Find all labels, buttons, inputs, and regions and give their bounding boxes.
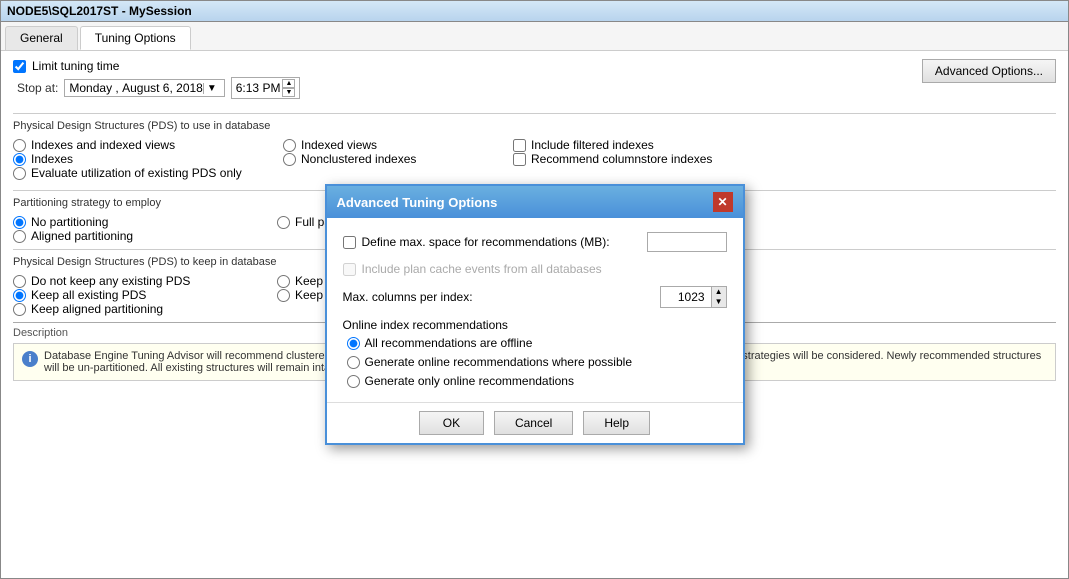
define-max-space-checkbox[interactable] — [343, 236, 356, 249]
title-bar: NODE5\SQL2017ST - MySession — [1, 1, 1068, 22]
online-index-options: All recommendations are offline Generate… — [343, 336, 727, 388]
modal-title: Advanced Tuning Options — [337, 195, 498, 210]
modal-header: Advanced Tuning Options ✕ — [327, 186, 743, 218]
modal-overlay: Advanced Tuning Options ✕ Define max. sp… — [1, 51, 1068, 578]
plan-cache-row: Include plan cache events from all datab… — [343, 262, 727, 276]
online-opt-all-offline: All recommendations are offline — [347, 336, 727, 350]
modal-help-button[interactable]: Help — [583, 411, 650, 435]
modal-footer: OK Cancel Help — [327, 402, 743, 443]
define-max-space-row: Define max. space for recommendations (M… — [343, 232, 727, 252]
online-opt-possible: Generate online recommendations where po… — [347, 355, 727, 369]
title-label: NODE5\SQL2017ST - MySession — [7, 4, 192, 18]
define-max-space-label: Define max. space for recommendations (M… — [362, 235, 610, 249]
online-index-section: Online index recommendations All recomme… — [343, 318, 727, 388]
modal-close-button[interactable]: ✕ — [713, 192, 733, 212]
spinner-down-btn[interactable]: ▼ — [712, 297, 726, 307]
max-columns-spinner[interactable]: ▲ ▼ — [660, 286, 727, 308]
advanced-tuning-modal: Advanced Tuning Options ✕ Define max. sp… — [325, 184, 745, 445]
plan-cache-label: Include plan cache events from all datab… — [362, 262, 602, 276]
online-label-only: Generate only online recommendations — [365, 374, 574, 388]
max-columns-input[interactable] — [661, 288, 711, 306]
online-opt-only: Generate only online recommendations — [347, 374, 727, 388]
tab-tuning[interactable]: Tuning Options — [80, 26, 191, 50]
plan-cache-checkbox[interactable] — [343, 263, 356, 276]
online-label-possible: Generate online recommendations where po… — [365, 355, 633, 369]
spinner-up-btn[interactable]: ▲ — [712, 287, 726, 297]
online-index-label: Online index recommendations — [343, 318, 727, 332]
modal-cancel-button[interactable]: Cancel — [494, 411, 573, 435]
tab-general[interactable]: General — [5, 26, 78, 50]
main-window: NODE5\SQL2017ST - MySession General Tuni… — [0, 0, 1069, 579]
spinner-buttons: ▲ ▼ — [711, 287, 726, 307]
online-label-all-offline: All recommendations are offline — [365, 336, 533, 350]
main-content: Limit tuning time Stop at: Monday , Augu… — [1, 51, 1068, 578]
max-columns-row: Max. columns per index: ▲ ▼ — [343, 286, 727, 308]
max-columns-label: Max. columns per index: — [343, 290, 473, 304]
define-max-space-left: Define max. space for recommendations (M… — [343, 235, 610, 249]
tabs-row: General Tuning Options — [1, 22, 1068, 51]
define-max-space-input[interactable] — [647, 232, 727, 252]
modal-body: Define max. space for recommendations (M… — [327, 218, 743, 402]
online-radio-only[interactable] — [347, 375, 360, 388]
online-radio-possible[interactable] — [347, 356, 360, 369]
modal-ok-button[interactable]: OK — [419, 411, 484, 435]
online-radio-all-offline[interactable] — [347, 337, 360, 350]
